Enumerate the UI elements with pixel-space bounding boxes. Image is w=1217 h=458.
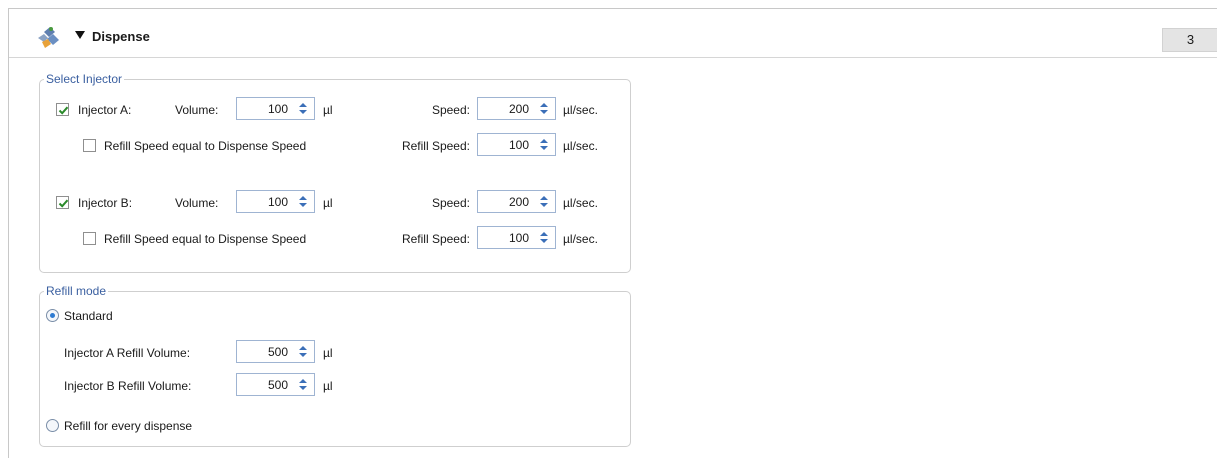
injector-b-refill-equal-label: Refill Speed equal to Dispense Speed bbox=[104, 232, 307, 246]
injector-b-refill-volume-stepper[interactable]: 500 bbox=[236, 373, 315, 396]
injector-a-refill-speed-label: Refill Speed: bbox=[401, 139, 470, 153]
injector-b-speed-unit: µl/sec. bbox=[563, 196, 598, 210]
injector-a-volume-unit: µl bbox=[323, 103, 333, 117]
spin-arrows-icon[interactable] bbox=[537, 101, 551, 116]
injector-b-volume-label: Volume: bbox=[175, 196, 219, 210]
standard-label: Standard bbox=[64, 309, 113, 323]
injector-b-speed-stepper[interactable]: 200 bbox=[477, 190, 556, 213]
injector-b-volume-unit: µl bbox=[323, 196, 333, 210]
injector-b-refill-speed-stepper[interactable]: 100 bbox=[477, 226, 556, 249]
injector-a-refill-volume-unit: µl bbox=[323, 346, 333, 360]
refill-mode-legend: Refill mode bbox=[44, 284, 109, 298]
injector-b-refill-equal-checkbox[interactable] bbox=[83, 232, 96, 245]
injector-b-volume-stepper[interactable]: 100 bbox=[236, 190, 315, 213]
injector-a-volume-label: Volume: bbox=[175, 103, 219, 117]
injector-b-refill-speed-label: Refill Speed: bbox=[401, 232, 470, 246]
injector-b-refill-speed-value: 100 bbox=[508, 231, 529, 245]
injector-a-refill-equal-checkbox[interactable] bbox=[83, 139, 96, 152]
section-title: Dispense bbox=[92, 29, 150, 44]
injector-b-volume-value: 100 bbox=[267, 195, 288, 209]
collapse-triangle-icon[interactable] bbox=[75, 31, 85, 39]
injector-a-refill-volume-label: Injector A Refill Volume: bbox=[64, 346, 191, 360]
injector-a-refill-speed-value: 100 bbox=[508, 138, 529, 152]
step-number-badge: 3 bbox=[1162, 28, 1217, 52]
refill-every-dispense-radio[interactable] bbox=[46, 419, 59, 432]
injector-b-label: Injector B: bbox=[78, 196, 133, 210]
standard-radio[interactable] bbox=[46, 309, 59, 322]
refill-every-dispense-label: Refill for every dispense bbox=[64, 419, 193, 433]
injector-b-speed-value: 200 bbox=[508, 195, 529, 209]
injector-a-refill-speed-stepper[interactable]: 100 bbox=[477, 133, 556, 156]
injector-b-checkbox[interactable] bbox=[56, 196, 69, 209]
spin-arrows-icon[interactable] bbox=[296, 101, 310, 116]
injector-a-speed-value: 200 bbox=[508, 102, 529, 116]
injector-app-icon bbox=[35, 24, 61, 50]
spin-arrows-icon[interactable] bbox=[296, 377, 310, 392]
select-injector-legend: Select Injector bbox=[44, 72, 125, 86]
injector-a-label: Injector A: bbox=[78, 103, 132, 117]
injector-b-refill-volume-label: Injector B Refill Volume: bbox=[64, 379, 192, 393]
spin-arrows-icon[interactable] bbox=[537, 230, 551, 245]
injector-a-volume-value: 100 bbox=[267, 102, 288, 116]
injector-a-refill-speed-unit: µl/sec. bbox=[563, 139, 598, 153]
spin-arrows-icon[interactable] bbox=[537, 194, 551, 209]
radio-selected-dot bbox=[50, 313, 55, 318]
injector-a-checkbox[interactable] bbox=[56, 103, 69, 116]
injector-a-refill-volume-value: 500 bbox=[267, 345, 288, 359]
injector-b-refill-volume-value: 500 bbox=[267, 378, 288, 392]
injector-a-speed-label: Speed: bbox=[431, 103, 470, 117]
injector-a-volume-stepper[interactable]: 100 bbox=[236, 97, 315, 120]
spin-arrows-icon[interactable] bbox=[296, 194, 310, 209]
injector-a-refill-equal-label: Refill Speed equal to Dispense Speed bbox=[104, 139, 307, 153]
injector-b-refill-volume-unit: µl bbox=[323, 379, 333, 393]
injector-a-refill-volume-stepper[interactable]: 500 bbox=[236, 340, 315, 363]
injector-b-speed-label: Speed: bbox=[431, 196, 470, 210]
header-divider bbox=[9, 57, 1217, 58]
injector-a-speed-stepper[interactable]: 200 bbox=[477, 97, 556, 120]
injector-a-speed-unit: µl/sec. bbox=[563, 103, 598, 117]
spin-arrows-icon[interactable] bbox=[296, 344, 310, 359]
spin-arrows-icon[interactable] bbox=[537, 137, 551, 152]
injector-b-refill-speed-unit: µl/sec. bbox=[563, 232, 598, 246]
